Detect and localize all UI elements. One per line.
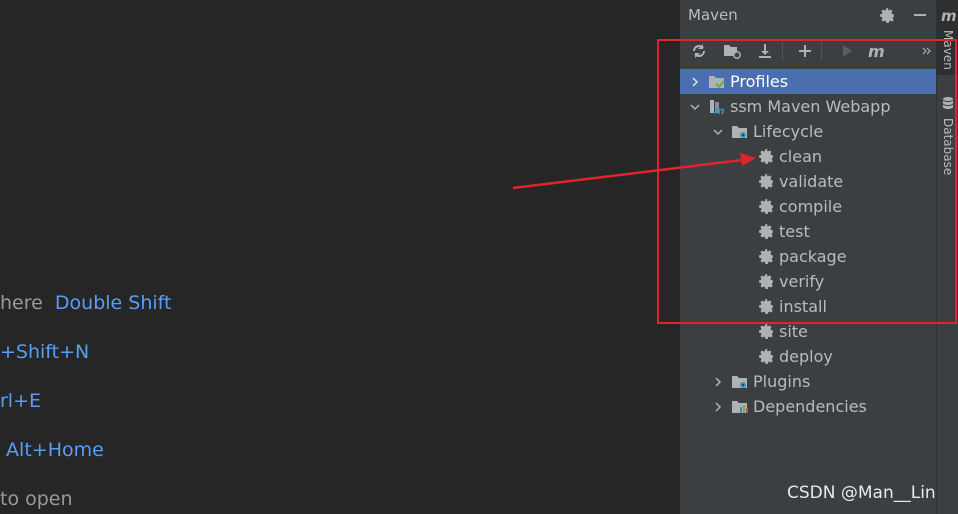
watermark: CSDN @Man__Lin (787, 483, 936, 503)
annotation-arrow (512, 153, 756, 190)
